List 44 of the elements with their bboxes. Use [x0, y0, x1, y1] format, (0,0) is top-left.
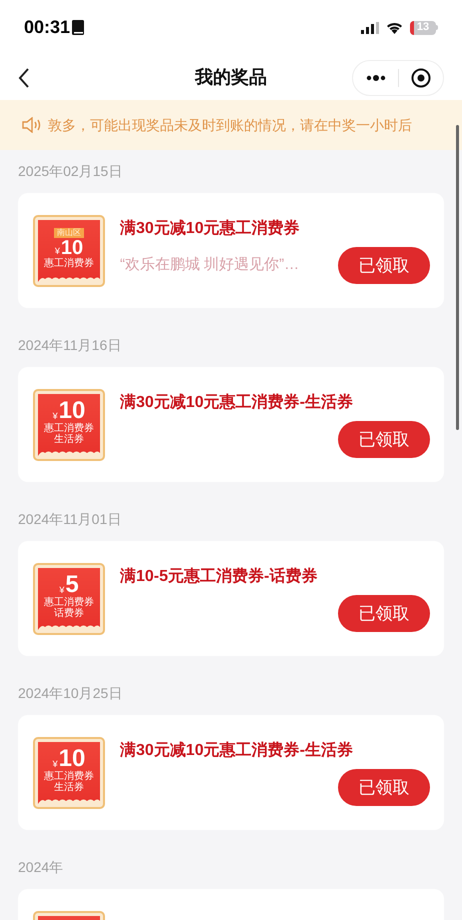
wavy-edge-icon [38, 276, 100, 282]
claimed-button[interactable]: 已领取 [338, 595, 430, 632]
coupon-label: 生活券 [54, 434, 84, 445]
date-label: 2024年10月25日 [18, 684, 124, 703]
coupon-amount: 10 [60, 238, 84, 258]
close-icon[interactable] [411, 68, 431, 88]
coupon-tag: 南山区 [54, 228, 84, 238]
claimed-button[interactable]: 已领取 [338, 769, 430, 806]
coupon-label: 惠工消费券 [44, 423, 94, 434]
date-label: 2024年11月01日 [18, 510, 122, 529]
currency-sign: ¥ [52, 410, 58, 422]
date-label: 2025年02月15日 [18, 162, 124, 181]
wavy-edge-icon [38, 624, 100, 630]
prize-title: 满10-5元惠工消费券-话费券 [120, 566, 318, 587]
wavy-edge-icon [38, 450, 100, 456]
page-title: 我的奖品 [195, 66, 267, 89]
claimed-button[interactable]: 已领取 [338, 247, 430, 284]
coupon-label: 惠工消费券 [44, 771, 94, 782]
prize-description: “欢乐在鹏城 圳好遇见你”… [120, 255, 300, 276]
prize-title: 满30元减10元惠工消费券 [120, 218, 301, 239]
wifi-icon [386, 21, 403, 34]
speaker-icon [22, 117, 42, 133]
coupon-label: 惠工消费券 [44, 258, 94, 268]
more-icon[interactable] [366, 74, 386, 80]
prize-title: 满30元减10元惠工消费券-生活券 [120, 740, 354, 761]
currency-sign: ¥ [59, 584, 64, 596]
back-icon[interactable] [18, 68, 30, 88]
date-label: 2024年11月16日 [18, 336, 122, 355]
claimed-button[interactable]: 已领取 [338, 421, 430, 458]
notice-text: 敦多，可能出现奖品未及时到账的情况，请在中奖一小时后 [48, 116, 412, 134]
currency-sign: ¥ [54, 244, 60, 258]
coupon-label: 生活券 [54, 782, 84, 793]
coupon-amount: 10 [58, 399, 86, 423]
wavy-edge-icon [38, 798, 100, 804]
coupon-label: 惠工消费券 [44, 597, 94, 608]
signal-icon [361, 22, 379, 34]
currency-sign: ¥ [52, 758, 58, 770]
coupon-amount: 5 [65, 573, 79, 597]
clock-time: 00:31 [24, 16, 70, 39]
book-icon [72, 20, 84, 35]
prize-title: 满30元减10元惠工消费券-生活券 [120, 392, 354, 413]
date-label: 2024年 [18, 858, 64, 877]
coupon-amount: 10 [58, 747, 86, 771]
coupon-label: 话费券 [54, 608, 84, 619]
